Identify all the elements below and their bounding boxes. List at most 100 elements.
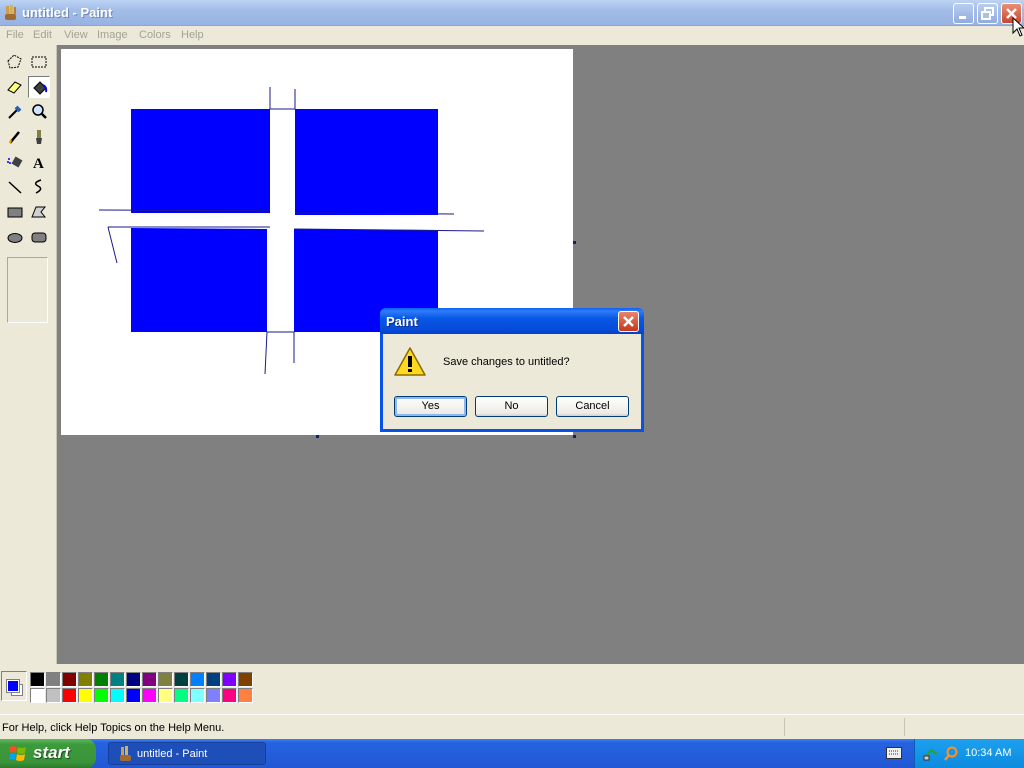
dialog-message: Save changes to untitled? (443, 356, 570, 368)
palette-swatch[interactable] (222, 672, 237, 687)
line-icon (8, 181, 22, 194)
ellipse-tool[interactable] (4, 226, 26, 248)
start-button[interactable]: start (0, 739, 96, 768)
window-title: untitled - Paint (22, 5, 113, 20)
palette-swatch[interactable] (190, 688, 205, 703)
palette-swatch[interactable] (142, 688, 157, 703)
rounded-rectangle-icon (31, 232, 47, 243)
menu-colors[interactable]: Colors (139, 29, 171, 41)
fill-with-color-tool[interactable] (28, 76, 50, 98)
save-changes-dialog: Paint Save changes to untitled? Yes No C… (380, 308, 644, 432)
tool-options-box[interactable] (7, 257, 48, 323)
palette-swatch[interactable] (238, 688, 253, 703)
palette-swatch[interactable] (174, 672, 189, 687)
keyboard-icon[interactable] (886, 747, 902, 759)
status-size-pane (904, 718, 1022, 736)
palette-swatch[interactable] (30, 672, 45, 687)
cancel-button[interactable]: Cancel (556, 396, 629, 417)
minimize-button[interactable] (953, 3, 974, 24)
palette-swatch[interactable] (110, 672, 125, 687)
start-label: start (33, 743, 70, 762)
eraser-tool[interactable] (4, 76, 26, 98)
blue-block-bottom-left (131, 228, 267, 332)
menu-edit[interactable]: Edit (33, 29, 52, 41)
clock[interactable]: 10:34 AM (965, 747, 1011, 759)
palette-swatch[interactable] (94, 688, 109, 703)
search-icon[interactable] (943, 746, 959, 762)
pencil-icon (9, 131, 20, 144)
palette-swatch[interactable] (222, 688, 237, 703)
mouse-cursor-icon (1012, 17, 1024, 37)
palette-swatch[interactable] (158, 688, 173, 703)
palette-swatch[interactable] (78, 688, 93, 703)
color-box (0, 664, 1024, 714)
palette-swatch[interactable] (142, 672, 157, 687)
airbrush-icon (7, 156, 23, 168)
resize-handle-bottom[interactable] (316, 435, 319, 438)
resize-handle-right[interactable] (573, 241, 576, 244)
palette-swatch[interactable] (190, 672, 205, 687)
paint-app-icon (120, 746, 131, 761)
palette-swatch[interactable] (78, 672, 93, 687)
yes-button[interactable]: Yes (394, 396, 467, 417)
palette-swatch[interactable] (62, 688, 77, 703)
select-tool[interactable] (28, 51, 50, 73)
curve-icon (34, 179, 42, 194)
palette-swatch[interactable] (62, 672, 77, 687)
svg-text:A: A (33, 156, 44, 172)
status-bar: For Help, click Help Topics on the Help … (0, 714, 1024, 739)
ellipse-icon (7, 233, 23, 243)
brush-icon (36, 130, 42, 144)
palette-swatch[interactable] (206, 672, 221, 687)
menu-view[interactable]: View (64, 29, 88, 41)
free-form-select-tool[interactable] (4, 51, 26, 73)
network-icon[interactable] (923, 746, 939, 762)
dialog-close-button[interactable] (618, 311, 639, 332)
menu-image[interactable]: Image (97, 29, 128, 41)
select-icon (31, 56, 47, 68)
palette-swatch[interactable] (94, 672, 109, 687)
taskbar-item-paint[interactable]: untitled - Paint (108, 742, 266, 765)
rectangle-tool[interactable] (4, 201, 26, 223)
palette-swatch[interactable] (126, 688, 141, 703)
palette-swatch[interactable] (110, 688, 125, 703)
palette-swatch[interactable] (46, 672, 61, 687)
window-titlebar[interactable]: untitled - Paint (0, 0, 1024, 26)
airbrush-tool[interactable] (4, 151, 26, 173)
rounded-rectangle-tool[interactable] (28, 226, 50, 248)
palette-swatch[interactable] (46, 688, 61, 703)
warning-icon (394, 347, 426, 376)
status-help-text: For Help, click Help Topics on the Help … (2, 722, 225, 734)
polygon-icon (31, 206, 47, 218)
curve-tool[interactable] (28, 176, 50, 198)
palette-swatch[interactable] (30, 688, 45, 703)
magnifier-tool[interactable] (28, 101, 50, 123)
dialog-titlebar[interactable]: Paint (380, 308, 644, 334)
menu-bar: File Edit View Image Colors Help (0, 26, 1024, 45)
eraser-icon (7, 81, 22, 94)
palette-swatch[interactable] (126, 672, 141, 687)
close-icon (623, 316, 634, 327)
taskbar: start untitled - Paint 10:34 AM (0, 739, 1024, 768)
toolbox: A (0, 45, 57, 664)
pencil-tool[interactable] (4, 126, 26, 148)
foreground-color (6, 679, 20, 693)
rectangle-icon (7, 207, 23, 218)
palette-swatch[interactable] (238, 672, 253, 687)
line-tool[interactable] (4, 176, 26, 198)
no-button[interactable]: No (475, 396, 548, 417)
menu-help[interactable]: Help (181, 29, 204, 41)
paint-bucket-icon (33, 81, 48, 95)
pick-color-tool[interactable] (4, 101, 26, 123)
menu-file[interactable]: File (6, 29, 24, 41)
resize-handle-corner[interactable] (573, 435, 576, 438)
brush-tool[interactable] (28, 126, 50, 148)
text-tool[interactable]: A (28, 151, 50, 173)
palette-swatch[interactable] (206, 688, 221, 703)
dialog-title: Paint (386, 314, 418, 329)
polygon-tool[interactable] (28, 201, 50, 223)
palette-swatch[interactable] (174, 688, 189, 703)
restore-button[interactable] (977, 3, 998, 24)
palette-swatch[interactable] (158, 672, 173, 687)
taskbar-item-label: untitled - Paint (137, 748, 208, 760)
